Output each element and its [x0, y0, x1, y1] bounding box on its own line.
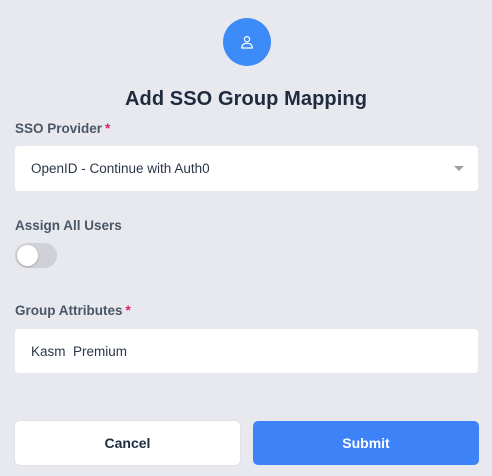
required-mark: *	[105, 121, 111, 136]
sso-provider-label: SSO Provider *	[15, 121, 110, 136]
page-title: Add SSO Group Mapping	[124, 88, 368, 110]
assign-all-users-toggle[interactable]	[15, 243, 57, 268]
header-avatar	[223, 18, 271, 66]
group-attributes-input[interactable]: Kasm Premium	[15, 329, 478, 373]
required-mark: *	[125, 303, 131, 318]
caret-down-icon	[454, 166, 464, 171]
cancel-button[interactable]: Cancel	[15, 421, 240, 465]
group-attributes-label-text: Group Attributes	[15, 303, 123, 318]
sso-provider-select[interactable]: OpenID - Continue with Auth0	[15, 146, 478, 191]
assign-all-users-label: Assign All Users	[15, 218, 122, 233]
sso-group-mapping-dialog: Add SSO Group Mapping SSO Provider * Open…	[0, 0, 492, 476]
group-attributes-label: Group Attributes *	[15, 303, 131, 318]
user-icon	[240, 35, 254, 49]
submit-button[interactable]: Submit	[253, 421, 479, 465]
sso-provider-value: OpenID - Continue with Auth0	[31, 161, 210, 176]
sso-provider-label-text: SSO Provider	[15, 121, 103, 136]
toggle-knob	[17, 245, 38, 266]
